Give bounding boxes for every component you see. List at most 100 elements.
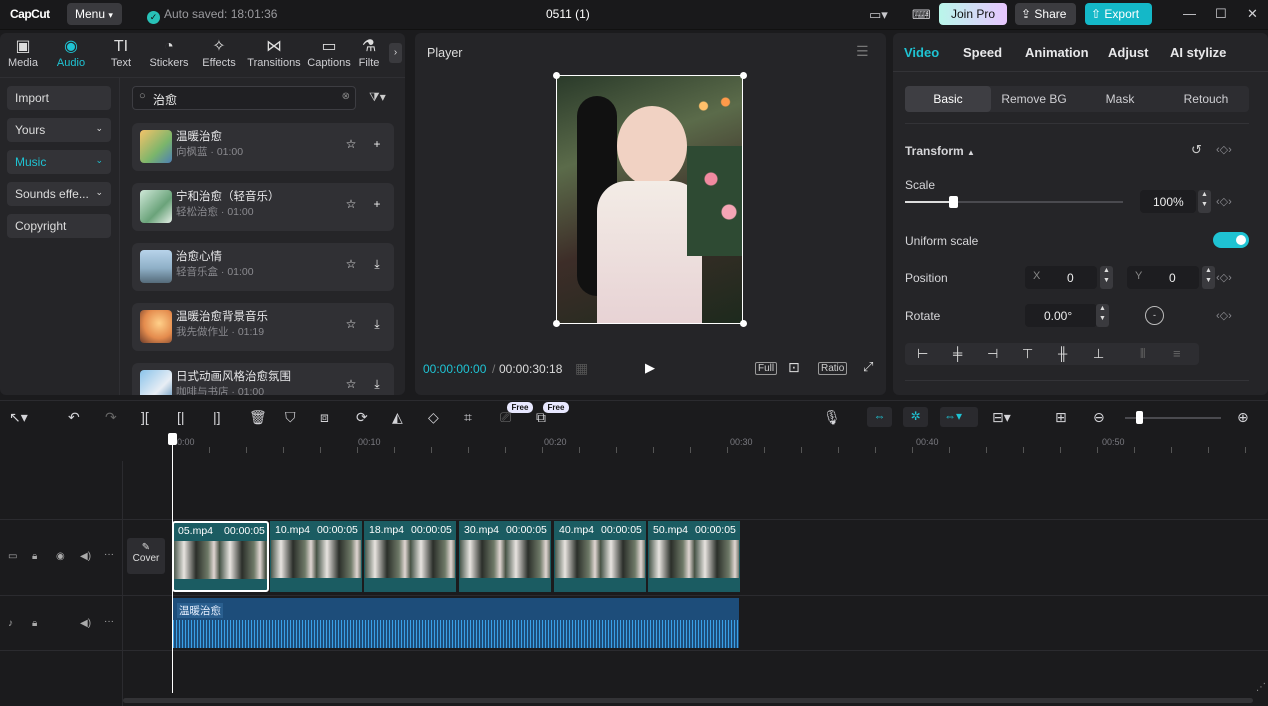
speaker-icon[interactable]: ◀︎) xyxy=(80,551,91,562)
minimize-icon[interactable]: — xyxy=(1183,6,1196,21)
keyframe-icon[interactable]: ‹◇› xyxy=(1216,195,1232,208)
nav-music[interactable]: Music ⌄ xyxy=(7,150,111,174)
tab-animation[interactable]: Animation xyxy=(1025,45,1089,60)
tab-adjust[interactable]: Adjust xyxy=(1108,45,1148,60)
add-icon[interactable]: + xyxy=(369,137,385,153)
reverse-icon[interactable]: ⟳ xyxy=(356,409,368,426)
nav-yours[interactable]: Yours ⌄ xyxy=(7,118,111,142)
zoom-fit-icon[interactable]: ⊡ xyxy=(788,359,800,376)
close-icon[interactable]: ✕ xyxy=(1247,6,1258,22)
align-center-h-icon[interactable]: ╪ xyxy=(953,346,962,361)
nav-import[interactable]: Import xyxy=(7,86,111,110)
transform-section[interactable]: Transform ▲ xyxy=(905,144,975,158)
lock-icon[interactable]: 🔒︎ xyxy=(32,551,37,562)
mirror-icon[interactable]: ◭ xyxy=(392,409,403,426)
nav-copyright[interactable]: Copyright xyxy=(7,214,111,238)
marker-icon[interactable]: ⛉ xyxy=(285,409,296,426)
tab-media[interactable]: ▣ Media xyxy=(0,37,46,73)
timeline-scrollbar[interactable] xyxy=(123,698,1253,703)
eye-icon[interactable]: ◉ xyxy=(56,551,65,562)
tab-captions[interactable]: ▭ Captions xyxy=(306,37,352,73)
share-button[interactable]: ⇪ Share xyxy=(1015,3,1076,25)
join-pro-button[interactable]: Join Pro xyxy=(939,3,1007,25)
tab-audio[interactable]: ◉ Audio xyxy=(48,37,94,73)
list-item[interactable]: 温暖治愈背景音乐 我先做作业 · 01:19 ☆ ⤓ xyxy=(132,303,394,351)
keyframe-icon[interactable]: ‹◇› xyxy=(1216,271,1232,284)
scale-slider-handle[interactable] xyxy=(949,196,958,208)
ratio-button[interactable]: Ratio xyxy=(818,362,848,375)
align-center-v-icon[interactable]: ╫ xyxy=(1058,346,1067,361)
more-icon[interactable]: ··· xyxy=(104,549,114,560)
play-icon[interactable]: ▶ xyxy=(645,360,655,376)
tab-speed[interactable]: Speed xyxy=(963,45,1002,60)
export-button[interactable]: ⇧ Export xyxy=(1085,3,1152,25)
rotate-dial-icon[interactable]: - xyxy=(1145,306,1164,325)
layout-icon[interactable]: ▭▾ xyxy=(869,7,888,23)
position-y-field[interactable]: Y0 xyxy=(1127,266,1199,289)
rotate-stepper[interactable]: ▲ ▼ xyxy=(1096,304,1109,327)
position-x-stepper[interactable]: ▲ ▼ xyxy=(1100,266,1113,289)
search-input[interactable]: ○ 治愈 ⊗ xyxy=(132,86,356,110)
playhead-handle[interactable] xyxy=(168,433,177,445)
favorite-icon[interactable]: ☆ xyxy=(343,257,359,273)
clear-icon[interactable]: ⊗ xyxy=(342,91,350,102)
microphone-icon[interactable]: 🎙 xyxy=(823,409,841,426)
menu-button[interactable]: Menu ▾ xyxy=(67,3,122,25)
video-preview[interactable] xyxy=(556,75,743,324)
subtab-retouch[interactable]: Retouch xyxy=(1163,86,1249,112)
list-item[interactable]: 温暖治愈 向枫蓝 · 01:00 ☆ + xyxy=(132,123,394,171)
download-icon[interactable]: ⤓ xyxy=(369,257,385,273)
split-icon[interactable]: ][ xyxy=(141,409,149,425)
fullscreen-icon[interactable]: ⤢ xyxy=(863,359,873,375)
download-icon[interactable]: ⤓ xyxy=(369,377,385,393)
split-left-icon[interactable]: [| xyxy=(177,409,185,425)
tab-filters[interactable]: ⚗ Filte xyxy=(355,37,383,73)
favorite-icon[interactable]: ☆ xyxy=(343,377,359,393)
rotate-input[interactable]: 0.00° xyxy=(1025,304,1097,327)
resize-handle[interactable] xyxy=(553,320,560,327)
delete-icon[interactable]: 🗑 xyxy=(249,409,267,426)
resize-handle[interactable] xyxy=(740,320,747,327)
lock-icon[interactable]: 🔒︎ xyxy=(32,618,37,629)
list-item[interactable]: 日式动画风格治愈氛围 咖啡与书店 · 01:00 ☆ ⤓ xyxy=(132,363,394,395)
project-title[interactable]: 0511 (1) xyxy=(546,7,590,21)
video-clip[interactable]: 05.mp4 00:00:05 xyxy=(172,521,269,592)
resize-handle[interactable] xyxy=(553,72,560,79)
position-y-stepper[interactable]: ▲ ▼ xyxy=(1202,266,1215,289)
undo-icon[interactable]: ↶ xyxy=(68,409,80,426)
more-icon[interactable]: ··· xyxy=(104,616,114,627)
list-item[interactable]: 治愈心情 轻音乐盒 · 01:00 ☆ ⤓ xyxy=(132,243,394,291)
align-bottom-icon[interactable]: ⊥ xyxy=(1093,346,1104,362)
favorite-icon[interactable]: ☆ xyxy=(343,137,359,153)
fit-timeline-icon[interactable]: ⊞ xyxy=(1055,409,1067,426)
maximize-icon[interactable]: ☐ xyxy=(1215,6,1227,22)
reset-icon[interactable]: ↺ xyxy=(1191,142,1202,158)
video-clip[interactable]: 18.mp4 00:00:05 xyxy=(364,521,456,592)
download-icon[interactable]: ⤓ xyxy=(369,317,385,333)
rotate-icon[interactable]: ◇ xyxy=(428,409,439,426)
zoom-out-icon[interactable]: ⊖ xyxy=(1093,409,1105,426)
scale-stepper[interactable]: ▲ ▼ xyxy=(1198,190,1211,213)
auto-snapping-icon[interactable]: ✲ xyxy=(903,407,928,427)
resize-handle[interactable] xyxy=(740,72,747,79)
keyboard-icon[interactable]: ⌨ xyxy=(912,7,931,23)
zoom-slider-handle[interactable] xyxy=(1136,411,1143,424)
main-track-magnet-icon[interactable]: ⇔ xyxy=(867,407,892,427)
keyframe-icon[interactable]: ‹◇› xyxy=(1216,143,1232,156)
subtab-basic[interactable]: Basic xyxy=(905,86,991,112)
video-clip[interactable]: 10.mp4 00:00:05 xyxy=(270,521,362,592)
audio-clip[interactable]: 温暖治愈 xyxy=(173,598,739,648)
tab-text[interactable]: TI Text xyxy=(98,37,144,73)
uniform-scale-toggle[interactable] xyxy=(1213,232,1249,248)
video-clip[interactable]: 30.mp4 00:00:05 xyxy=(459,521,551,592)
filter-sort-icon[interactable]: ⧩▾ xyxy=(369,90,386,105)
speaker-icon[interactable]: ◀︎) xyxy=(80,618,91,629)
add-icon[interactable]: + xyxy=(369,197,385,213)
list-item[interactable]: 宁和治愈（轻音乐） 轻松治愈 · 01:00 ☆ + xyxy=(132,183,394,231)
crop-icon[interactable]: ⌗ xyxy=(464,409,472,426)
tab-stickers[interactable]: ◔ Stickers xyxy=(146,37,192,73)
freeze-icon[interactable]: ⧈ xyxy=(320,409,329,426)
split-right-icon[interactable]: |] xyxy=(213,409,221,425)
waveform-toggle-icon[interactable]: ▦ xyxy=(575,360,588,377)
align-top-icon[interactable]: ⊤ xyxy=(1022,346,1033,362)
